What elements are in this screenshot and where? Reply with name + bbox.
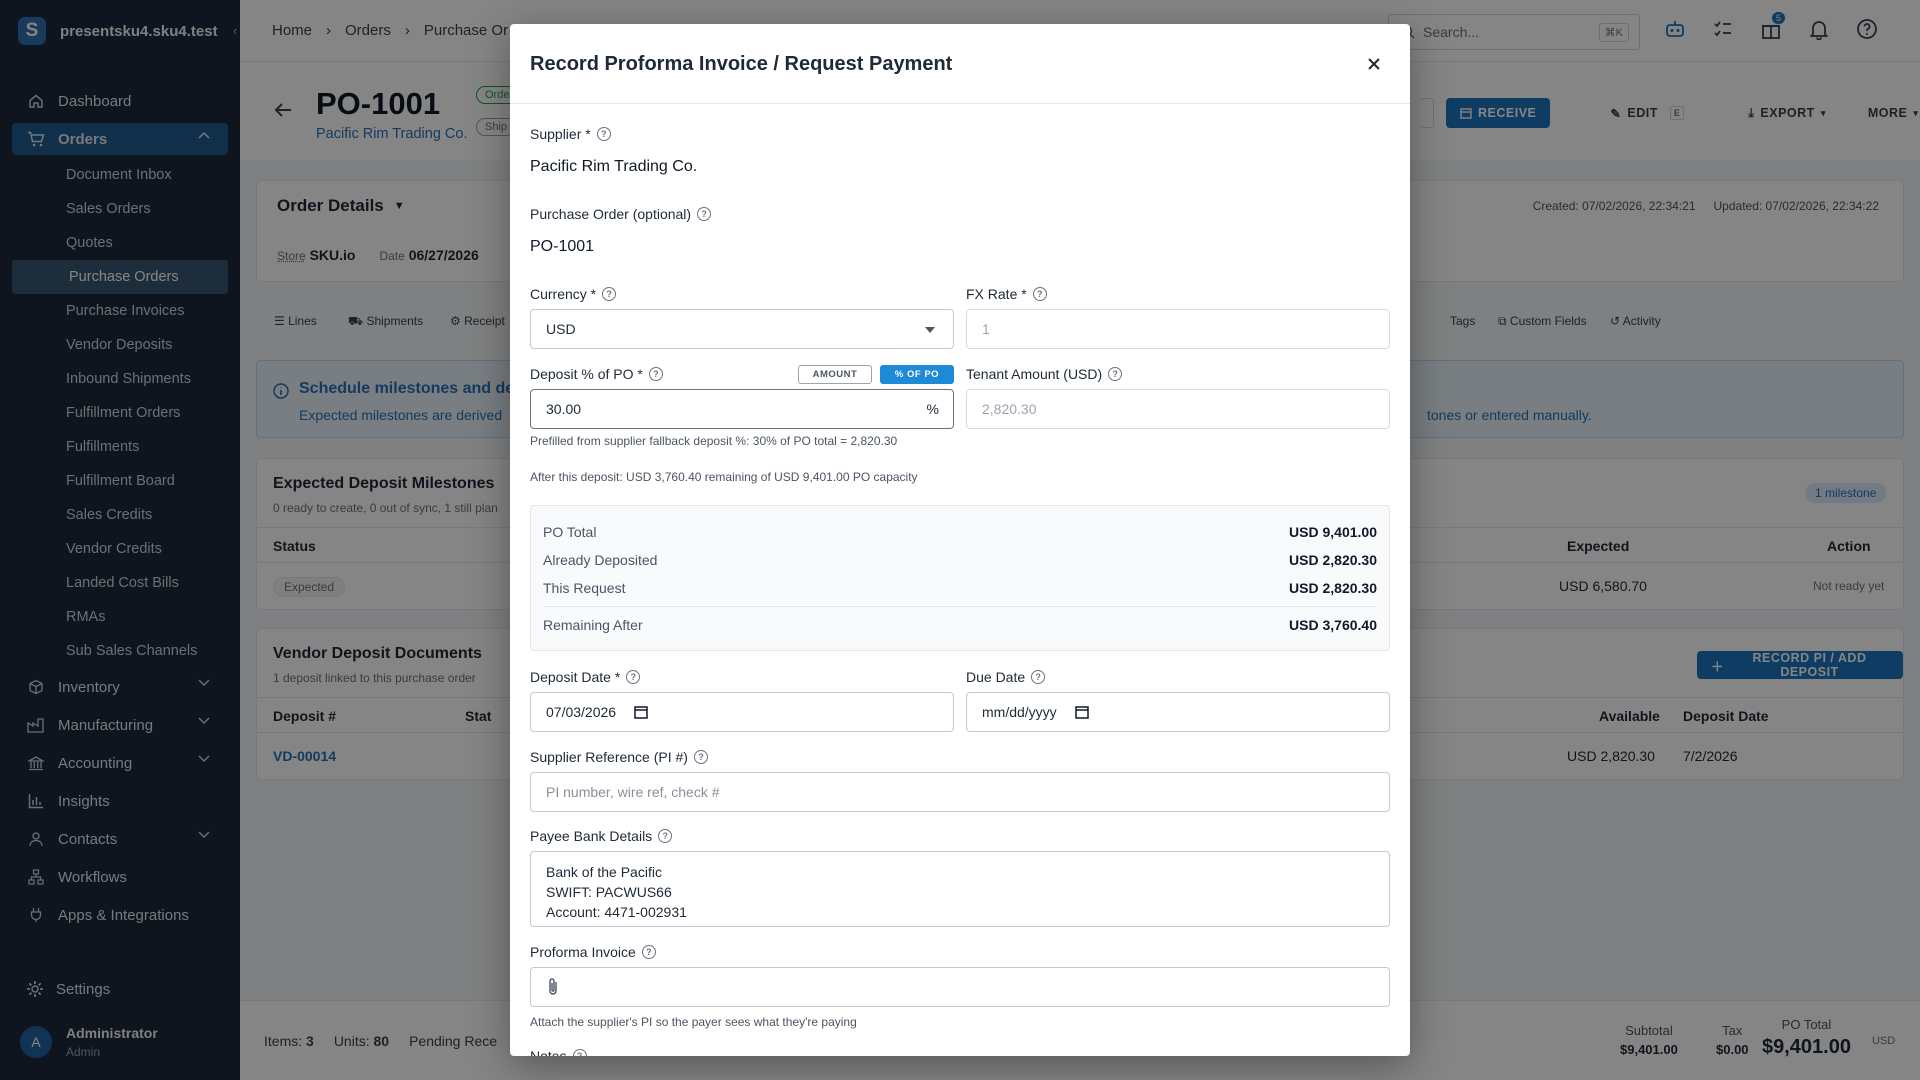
help-icon[interactable]: ?: [658, 829, 673, 843]
summary-value: USD 3,760.40: [1289, 617, 1377, 633]
summary-label: PO Total: [543, 524, 597, 540]
due-date-label: Due Date?: [966, 669, 1046, 685]
label-text: Payee Bank Details: [530, 828, 653, 844]
summary-value: USD 2,820.30: [1289, 552, 1377, 568]
prefill-hint: Prefilled from supplier fallback deposit…: [530, 434, 898, 448]
purchase-order-value: PO-1001: [530, 238, 595, 255]
fx-rate-label: FX Rate *?: [966, 286, 1047, 302]
due-date-value: mm/dd/yyyy: [982, 704, 1057, 720]
help-icon[interactable]: ?: [641, 945, 656, 959]
modal-header: Record Proforma Invoice / Request Paymen…: [510, 24, 1410, 104]
deposit-date-label: Deposit Date *?: [530, 669, 641, 685]
supplier-label: Supplier *?: [530, 126, 611, 142]
calendar-icon[interactable]: [1074, 705, 1089, 719]
notes-label: Notes?: [530, 1048, 587, 1056]
help-icon[interactable]: ?: [596, 127, 611, 141]
label-text: Proforma Invoice: [530, 944, 636, 960]
proforma-invoice-upload[interactable]: [530, 967, 1390, 1007]
payee-bank-label: Payee Bank Details?: [530, 828, 673, 844]
summary-row: PO Total USD 9,401.00: [543, 524, 1377, 540]
supplier-reference-placeholder: PI number, wire ref, check #: [546, 784, 720, 800]
label-text: Due Date: [966, 669, 1026, 685]
label-text: Tenant Amount (USD): [966, 366, 1103, 382]
payee-bank-textarea[interactable]: Bank of the Pacific SWIFT: PACWUS66 Acco…: [530, 851, 1390, 927]
summary-value: USD 2,820.30: [1289, 580, 1377, 596]
help-icon[interactable]: ?: [626, 670, 641, 684]
deposit-date-input[interactable]: 07/03/2026: [530, 692, 954, 732]
label-text: Supplier *: [530, 126, 591, 142]
help-icon[interactable]: ?: [1108, 367, 1123, 381]
label-text: Notes: [530, 1048, 567, 1056]
help-icon[interactable]: ?: [1032, 287, 1047, 301]
deposit-date-value: 07/03/2026: [546, 704, 617, 720]
supplier-reference-input[interactable]: PI number, wire ref, check #: [530, 772, 1390, 812]
currency-label: Currency *?: [530, 286, 617, 302]
supplier-value: Pacific Rim Trading Co.: [530, 158, 698, 175]
summary-row: This Request USD 2,820.30: [543, 580, 1377, 596]
calendar-icon[interactable]: [634, 705, 648, 719]
percent-of-po-toggle[interactable]: % OF PO: [880, 365, 954, 384]
close-icon[interactable]: [1362, 52, 1386, 76]
purchase-order-label: Purchase Order (optional)?: [530, 206, 712, 222]
label-text: Deposit % of PO *: [530, 366, 643, 382]
deposit-percent-value: 30.00: [546, 401, 582, 417]
label-text: Deposit Date *: [530, 669, 621, 685]
help-icon[interactable]: ?: [572, 1049, 587, 1056]
help-icon[interactable]: ?: [602, 287, 617, 301]
due-date-input[interactable]: mm/dd/yyyy: [966, 692, 1390, 732]
label-text: FX Rate *: [966, 286, 1027, 302]
summary-value: USD 9,401.00: [1289, 524, 1377, 540]
help-icon[interactable]: ?: [693, 750, 708, 764]
amount-toggle[interactable]: AMOUNT: [798, 365, 872, 384]
summary-label: Already Deposited: [543, 552, 658, 568]
label-text: Currency *: [530, 286, 597, 302]
proforma-invoice-label: Proforma Invoice?: [530, 944, 656, 960]
deposit-summary: PO Total USD 9,401.00 Already Deposited US…: [530, 505, 1390, 651]
tenant-amount-label: Tenant Amount (USD)?: [966, 366, 1123, 382]
proforma-invoice-hint: Attach the supplier's PI so the payer se…: [530, 1015, 857, 1029]
help-icon[interactable]: ?: [648, 367, 663, 381]
tenant-amount-input[interactable]: 2,820.30: [966, 389, 1390, 429]
summary-row: Already Deposited USD 2,820.30: [543, 552, 1377, 568]
summary-label: This Request: [543, 580, 626, 596]
currency-selected-value: USD: [546, 321, 576, 337]
deposit-percent-label: Deposit % of PO *?: [530, 366, 663, 382]
record-proforma-modal: Record Proforma Invoice / Request Paymen…: [510, 24, 1410, 1056]
help-icon[interactable]: ?: [1031, 670, 1046, 684]
summary-divider: [543, 606, 1377, 607]
caret-down-icon: [925, 327, 935, 333]
label-text: Purchase Order (optional): [530, 206, 692, 222]
help-icon[interactable]: ?: [697, 207, 712, 221]
deposit-percent-input[interactable]: 30.00 %: [530, 389, 954, 429]
summary-label: Remaining After: [543, 617, 643, 633]
percent-suffix: %: [926, 401, 939, 417]
currency-select[interactable]: USD: [530, 309, 954, 349]
modal-title: Record Proforma Invoice / Request Paymen…: [530, 53, 953, 75]
paperclip-icon: [546, 977, 560, 997]
fx-rate-input[interactable]: 1: [966, 309, 1390, 349]
capacity-hint: After this deposit: USD 3,760.40 remaini…: [530, 470, 918, 484]
supplier-reference-label: Supplier Reference (PI #)?: [530, 749, 708, 765]
label-text: Supplier Reference (PI #): [530, 749, 688, 765]
summary-row: Remaining After USD 3,760.40: [543, 617, 1377, 633]
